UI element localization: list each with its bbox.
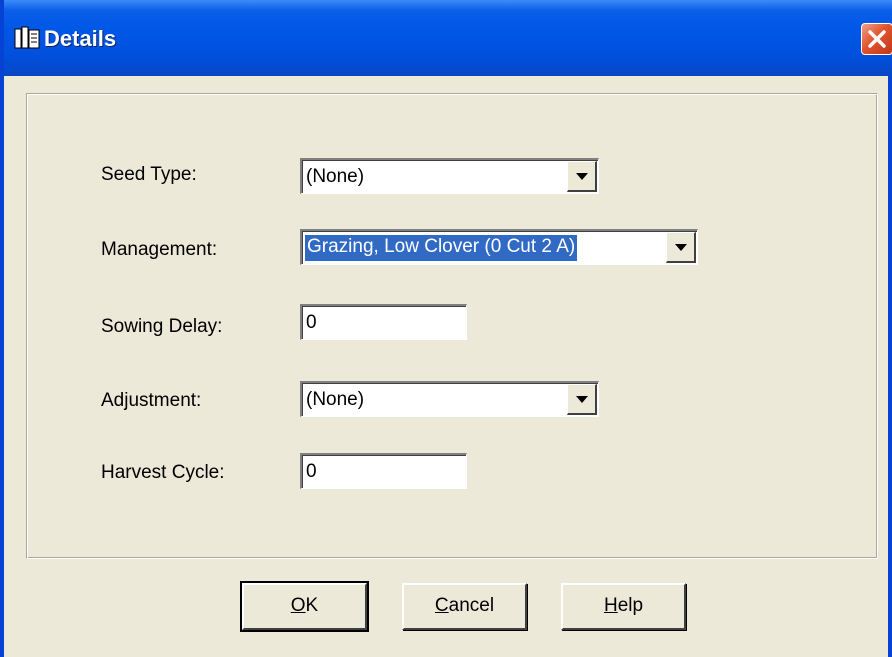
- close-button[interactable]: [861, 23, 892, 55]
- management-value: Grazing, Low Clover (0 Cut 2 A): [303, 234, 579, 262]
- seed-type-dropdown-button[interactable]: [567, 161, 597, 192]
- ok-button-accel: O: [290, 595, 306, 616]
- adjustment-label: Adjustment:: [101, 390, 202, 411]
- cancel-button-accel: C: [434, 595, 449, 616]
- cancel-button[interactable]: Cancel: [402, 583, 527, 630]
- dialog-icon: [14, 26, 40, 50]
- sowing-delay-label: Sowing Delay:: [101, 316, 223, 337]
- ok-button-label: K: [305, 595, 319, 616]
- harvest-cycle-value: 0: [306, 461, 317, 482]
- cancel-button-label: ancel: [448, 595, 495, 616]
- seed-type-combo[interactable]: (None): [300, 158, 599, 194]
- help-button[interactable]: Help: [561, 583, 686, 630]
- adjustment-dropdown-button[interactable]: [567, 384, 597, 415]
- help-button-label: elp: [617, 595, 644, 616]
- harvest-cycle-label: Harvest Cycle:: [101, 462, 225, 483]
- help-button-accel: H: [603, 595, 618, 616]
- adjustment-combo[interactable]: (None): [300, 381, 599, 417]
- seed-type-value: (None): [306, 166, 365, 187]
- window-title: Details: [44, 26, 117, 51]
- details-dialog: Details Seed Type: (None) Management: Gr…: [0, 0, 892, 657]
- seed-type-label: Seed Type:: [101, 164, 197, 185]
- ok-button[interactable]: OK: [240, 581, 369, 632]
- title-bar[interactable]: Details: [4, 0, 892, 76]
- adjustment-value: (None): [306, 389, 365, 410]
- sowing-delay-input[interactable]: 0: [300, 304, 467, 340]
- management-dropdown-button[interactable]: [666, 232, 696, 263]
- harvest-cycle-input[interactable]: 0: [300, 453, 467, 489]
- management-combo[interactable]: Grazing, Low Clover (0 Cut 2 A): [300, 229, 698, 265]
- management-label: Management:: [101, 239, 218, 260]
- sowing-delay-value: 0: [306, 312, 317, 333]
